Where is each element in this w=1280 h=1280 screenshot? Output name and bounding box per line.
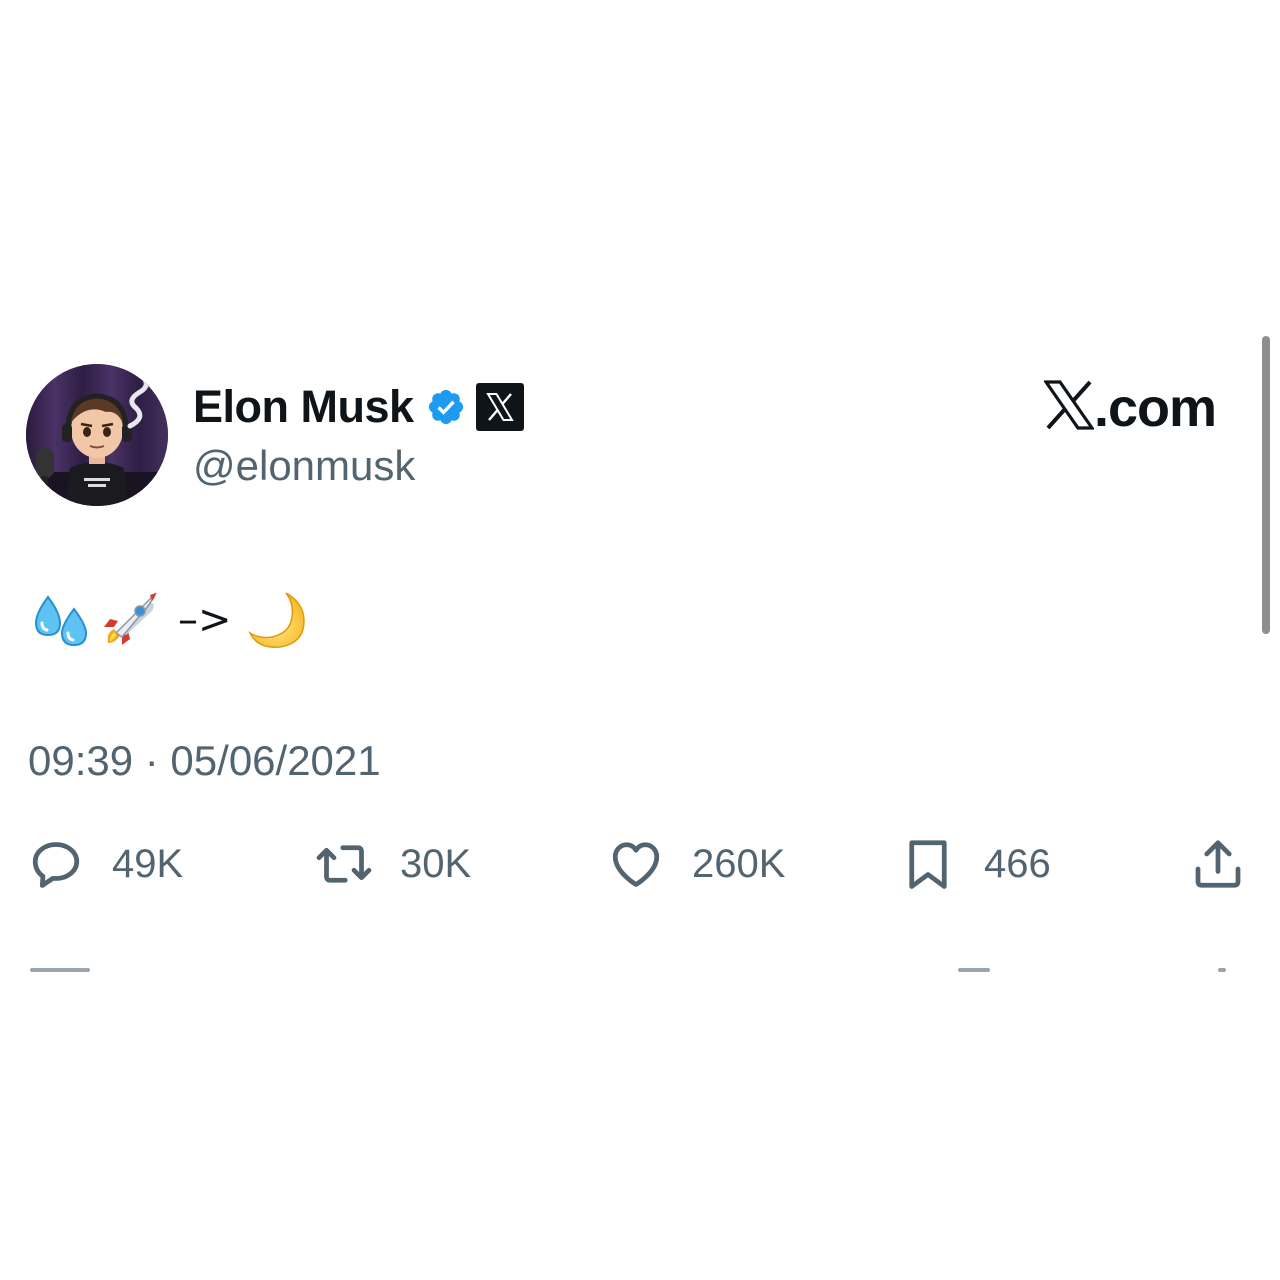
heart-icon bbox=[606, 834, 666, 894]
repost-count: 30K bbox=[400, 842, 472, 886]
repost-icon bbox=[314, 834, 374, 894]
author-handle[interactable]: @elonmusk bbox=[193, 440, 415, 492]
cutoff-text-fragment bbox=[1218, 968, 1226, 972]
like-button[interactable]: 260K bbox=[606, 832, 785, 896]
scrollbar[interactable] bbox=[1262, 336, 1270, 634]
bookmark-button[interactable]: 466 bbox=[898, 832, 1051, 896]
sweat-droplets-emoji bbox=[30, 589, 92, 651]
reply-button[interactable]: 49K bbox=[26, 832, 183, 896]
author-display-name[interactable]: Elon Musk bbox=[193, 378, 414, 436]
reply-count: 49K bbox=[112, 842, 184, 886]
cutoff-text-fragment bbox=[30, 968, 90, 972]
post-timestamp[interactable]: 09:39 · 05/06/2021 bbox=[28, 735, 381, 787]
author-name-row: Elon Musk bbox=[193, 378, 524, 436]
like-count: 260K bbox=[692, 842, 786, 886]
post-content: –> bbox=[30, 588, 314, 652]
verified-badge-icon[interactable] bbox=[426, 387, 466, 427]
bookmark-icon bbox=[898, 834, 958, 894]
share-icon bbox=[1188, 834, 1248, 894]
bookmark-count: 466 bbox=[984, 842, 1051, 886]
avatar[interactable] bbox=[26, 364, 168, 506]
x-logo-icon bbox=[1042, 378, 1096, 432]
repost-button[interactable]: 30K bbox=[314, 832, 471, 896]
avatar-image bbox=[26, 364, 168, 506]
action-bar: 49K 30K 260K 466 bbox=[26, 832, 1246, 896]
x-affiliate-icon[interactable] bbox=[475, 383, 524, 431]
arrow-text: –> bbox=[178, 597, 232, 643]
share-button[interactable] bbox=[1188, 832, 1248, 896]
cutoff-text-fragment bbox=[958, 968, 990, 972]
brand-watermark: .com bbox=[1042, 378, 1217, 438]
tweet-card: Elon Musk @elonmusk .com –> 09:39 · 05/0… bbox=[0, 0, 1280, 1280]
reply-icon bbox=[26, 834, 86, 894]
brand-label: .com bbox=[1093, 378, 1217, 438]
rocket-emoji bbox=[98, 589, 160, 651]
crescent-moon-emoji bbox=[246, 589, 308, 651]
